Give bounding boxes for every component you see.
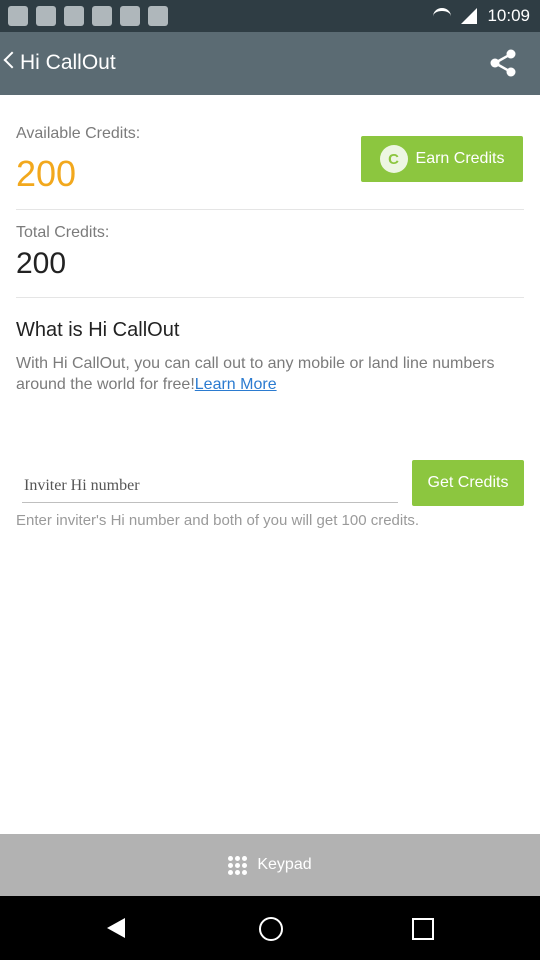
about-title: What is Hi CallOut [16, 319, 180, 341]
status-bar: 10:09 [0, 0, 540, 32]
about-description: With Hi CallOut, you can call out to any… [16, 353, 516, 395]
notification-icon [92, 6, 112, 26]
divider [16, 297, 524, 298]
share-icon[interactable] [488, 48, 518, 78]
notification-icons [8, 6, 168, 26]
earn-credits-label: Earn Credits [415, 150, 505, 167]
system-nav-bar [0, 896, 540, 960]
status-right: 10:09 [433, 6, 530, 26]
available-credits-label: Available Credits: [16, 125, 141, 142]
total-credits-label: Total Credits: [16, 224, 110, 241]
total-credits-value: 200 [16, 247, 67, 280]
nav-back-icon[interactable] [107, 918, 125, 938]
divider [16, 209, 524, 210]
clock: 10:09 [487, 6, 530, 25]
notification-icon [64, 6, 84, 26]
invite-hint: Enter inviter's Hi number and both of yo… [16, 512, 420, 529]
nav-home-icon[interactable] [259, 917, 283, 941]
keypad-button[interactable]: Keypad [0, 834, 540, 896]
nav-recents-icon[interactable] [412, 918, 434, 940]
available-credits-value: 200 [16, 153, 77, 194]
page-title[interactable]: Hi CallOut [20, 51, 116, 75]
earn-credits-button[interactable]: C Earn Credits [361, 136, 523, 182]
app-bar: Hi CallOut [0, 32, 540, 95]
inviter-number-input[interactable] [22, 470, 398, 503]
coin-icon: C [379, 145, 408, 173]
notification-icon [36, 6, 56, 26]
notification-icon [148, 6, 168, 26]
notification-icon [120, 6, 140, 26]
notification-icon [8, 6, 28, 26]
keypad-icon [228, 855, 248, 875]
wifi-icon [433, 7, 452, 25]
learn-more-link[interactable]: Learn More [195, 376, 277, 393]
get-credits-button[interactable]: Get Credits [412, 460, 524, 506]
keypad-label: Keypad [257, 856, 312, 873]
back-icon[interactable] [3, 51, 21, 69]
signal-icon [461, 8, 478, 24]
